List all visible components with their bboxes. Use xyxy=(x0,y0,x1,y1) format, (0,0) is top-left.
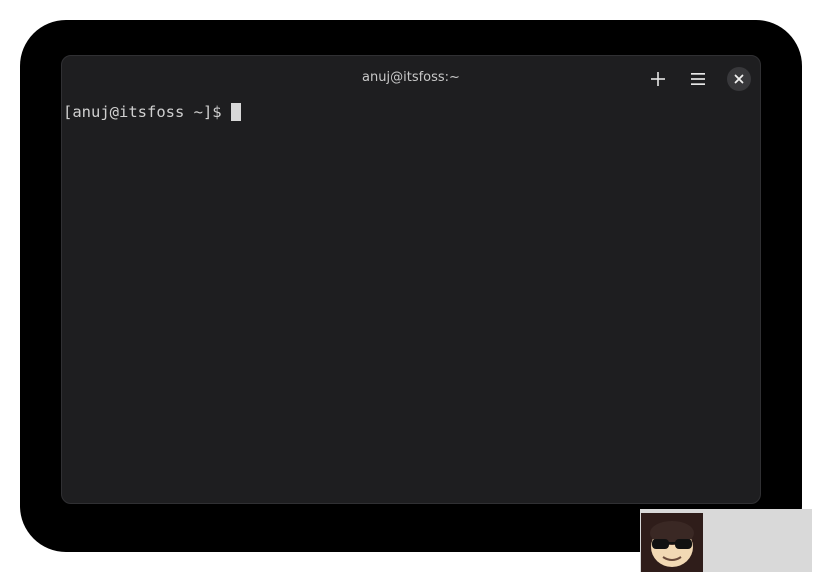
close-icon xyxy=(734,74,744,84)
terminal-body[interactable]: [anuj@itsfoss ~]$ xyxy=(62,100,760,503)
prompt-line: [anuj@itsfoss ~]$ xyxy=(63,102,241,122)
text-cursor xyxy=(230,103,241,121)
hamburger-menu-icon xyxy=(691,73,705,85)
header-bar[interactable]: anuj@itsfoss:~ xyxy=(62,56,760,100)
menu-button[interactable] xyxy=(686,67,710,91)
plus-icon xyxy=(651,72,665,86)
terminal-window: anuj@itsfoss:~ [anuj@itsfoss ~]$ xyxy=(61,55,761,504)
new-tab-button[interactable] xyxy=(646,67,670,91)
watermark-badge xyxy=(640,509,812,572)
tux-sunglasses-logo-icon xyxy=(641,513,703,572)
close-button[interactable] xyxy=(727,67,751,91)
shell-prompt: [anuj@itsfoss ~]$ xyxy=(63,103,222,121)
